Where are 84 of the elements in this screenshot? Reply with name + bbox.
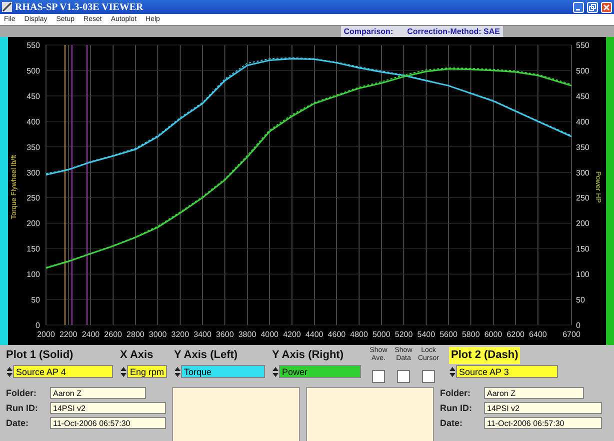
axis-tick-label: 500 (26, 66, 40, 76)
close-icon (603, 4, 610, 10)
axis-tick-label: 550 (576, 41, 590, 50)
axis-tick-label: 0 (36, 321, 40, 330)
text-field[interactable]: Aaron Z (50, 387, 146, 399)
axis-tick-label: 5600 (440, 330, 458, 339)
axis-tick-label: 5800 (462, 330, 480, 339)
axis-tick-label: 3200 (171, 330, 190, 339)
text-field[interactable]: 11-Oct-2006 06:57:30 (50, 417, 166, 429)
plot-title: Plot 2 (Dash) (449, 347, 520, 364)
axis-tick-label: 2000 (37, 330, 55, 339)
app-icon (2, 2, 12, 12)
text-field[interactable]: 14PSI v2 (50, 402, 166, 414)
axis-tick-label: 2600 (104, 330, 122, 339)
right-axis-dropdown[interactable]: Power (279, 365, 361, 378)
checkbox[interactable] (422, 370, 435, 383)
axis-tick-label: 150 (576, 244, 590, 254)
axis-tick-label: 350 (576, 142, 590, 152)
axis-heading: Y Axis (Right) (272, 348, 345, 363)
field-label: Date: (6, 418, 30, 428)
field-label: Run ID: (440, 403, 473, 413)
axis-tick-label: 2400 (82, 330, 100, 339)
axis-tick-label: 4400 (305, 330, 324, 339)
axis-tick-label: 6200 (506, 330, 524, 339)
axis-tick-label: 450 (26, 92, 40, 101)
source-dropdown[interactable]: Source AP 3 (456, 365, 558, 378)
axis-tick-label: 100 (26, 270, 40, 280)
axis-tick-label: 2200 (59, 330, 78, 339)
axis-tick-label: 450 (576, 92, 590, 101)
notes-box[interactable] (306, 387, 434, 441)
window-title: RHAS-SP V1.3-03E VIEWER (15, 2, 144, 12)
axis-tick-label: 500 (576, 66, 590, 76)
axis-tick-label: 0 (576, 321, 580, 330)
minimize-button[interactable] (573, 2, 584, 12)
axis-heading: Y Axis (Left) (174, 348, 239, 363)
axis-tick-label: 50 (31, 296, 40, 305)
axis-tick-label: 350 (26, 142, 40, 152)
close-button[interactable] (601, 2, 612, 12)
axis-tick-label: 2800 (126, 330, 144, 339)
axis-tick-label: 3600 (216, 330, 234, 339)
text-field[interactable]: Aaron Z (484, 387, 584, 399)
field-label: Run ID: (6, 403, 39, 413)
axis-tick-label: 250 (26, 194, 40, 203)
axis-tick-label: 550 (26, 41, 40, 50)
axis-tick-label: 300 (26, 168, 40, 178)
source-dropdown[interactable]: Source AP 4 (13, 365, 113, 378)
axis-tick-label: 3800 (238, 330, 256, 339)
plot-title: Plot 1 (Solid) (6, 348, 74, 363)
axis-tick-label: 4200 (283, 330, 301, 339)
checkbox[interactable] (372, 370, 385, 383)
axis-tick-label: 3400 (194, 330, 212, 339)
comparison-label: Comparison: (344, 27, 394, 36)
field-label: Folder: (440, 388, 472, 398)
axis-tick-label: 5000 (372, 330, 390, 339)
checkbox[interactable] (397, 370, 410, 383)
axis-tick-label: 50 (576, 296, 585, 305)
axis-tick-label: 4000 (260, 330, 279, 339)
axis-tick-label: 250 (576, 194, 590, 203)
restore-icon (589, 4, 596, 10)
axis-tick-label: 400 (576, 117, 590, 126)
field-label: Date: (440, 418, 464, 428)
notes-box[interactable] (172, 387, 300, 441)
x-axis-dropdown[interactable]: Eng rpm (127, 365, 167, 378)
left-axis-dropdown[interactable]: Torque (181, 365, 265, 378)
correction-method: Correction-Method: SAE (407, 27, 500, 36)
axis-tick-label: 200 (576, 219, 590, 228)
axis-tick-label: 3000 (148, 330, 167, 339)
axis-tick-label: 5200 (394, 330, 413, 339)
axis-tick-label: 5400 (417, 330, 436, 339)
text-field[interactable]: 11-Oct-2006 06:57:30 (484, 417, 602, 429)
text-field[interactable]: 14PSI v2 (484, 402, 602, 414)
axis-tick-label: 150 (26, 244, 40, 254)
axis-heading: X Axis (120, 348, 154, 363)
axis-tick-label: 6000 (484, 330, 502, 339)
axis-tick-label: 6700 (562, 330, 580, 339)
axis-tick-label: 300 (576, 168, 590, 178)
axis-tick-label: 100 (576, 270, 590, 280)
axis-tick-label: 400 (26, 117, 40, 126)
axis-tick-label: 200 (26, 219, 40, 228)
restore-button[interactable] (587, 2, 598, 12)
axis-tick-label: 4800 (350, 330, 368, 339)
field-label: Folder: (6, 388, 38, 398)
axis-tick-label: 4600 (328, 330, 346, 339)
axis-tick-label: 6400 (529, 330, 547, 339)
